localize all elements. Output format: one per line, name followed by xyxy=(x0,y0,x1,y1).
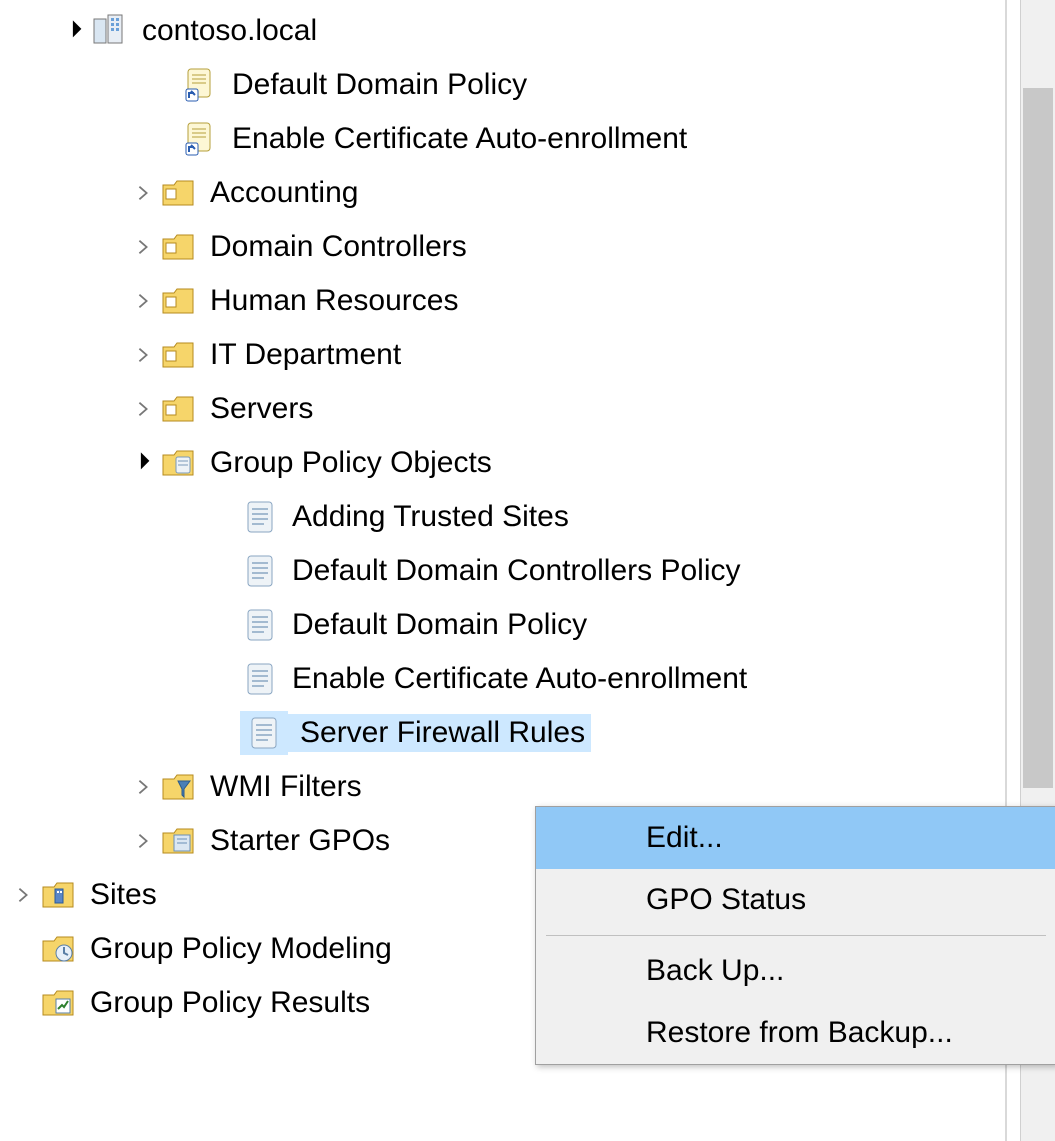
tree-node-ou[interactable]: IT Department xyxy=(0,328,1055,382)
chevron-right-icon[interactable] xyxy=(128,238,158,256)
menu-item-back-up[interactable]: Back Up... xyxy=(536,940,1055,1002)
chevron-right-icon[interactable] xyxy=(128,400,158,418)
menu-item-label: Back Up... xyxy=(646,954,784,987)
sites-icon xyxy=(38,875,78,915)
node-label: WMI Filters xyxy=(210,770,362,804)
tree-node-gpo[interactable]: Enable Certificate Auto-enrollment xyxy=(0,652,1055,706)
menu-item-label: Restore from Backup... xyxy=(646,1016,953,1049)
tree-node-domain[interactable]: contoso.local xyxy=(0,4,1055,58)
starter-gpo-icon xyxy=(158,821,198,861)
gpo-container-icon xyxy=(158,443,198,483)
gpo-icon xyxy=(240,497,280,537)
scroll-thumb[interactable] xyxy=(1023,88,1053,788)
ou-folder-icon xyxy=(158,173,198,213)
node-label: Domain Controllers xyxy=(210,230,467,264)
menu-item-edit[interactable]: Edit... xyxy=(536,807,1055,869)
menu-item-restore-from-backup[interactable]: Restore from Backup... xyxy=(536,1002,1055,1064)
tree-node-gpo-selected[interactable]: Server Firewall Rules xyxy=(0,706,1055,760)
tree-node-linked-gpo[interactable]: Default Domain Policy xyxy=(0,58,1055,112)
domain-icon xyxy=(90,11,130,51)
chevron-down-icon[interactable] xyxy=(128,445,158,481)
node-label: IT Department xyxy=(210,338,401,372)
chevron-down-icon[interactable] xyxy=(60,13,90,49)
tree-node-ou[interactable]: Accounting xyxy=(0,166,1055,220)
chevron-right-icon[interactable] xyxy=(128,184,158,202)
gpo-icon xyxy=(240,551,280,591)
tree-node-gpo-container[interactable]: Group Policy Objects xyxy=(0,436,1055,490)
wmi-filter-icon xyxy=(158,767,198,807)
chevron-right-icon[interactable] xyxy=(8,886,38,904)
node-label: Enable Certificate Auto-enrollment xyxy=(232,122,687,156)
gp-results-icon xyxy=(38,983,78,1023)
tree-node-ou[interactable]: Human Resources xyxy=(0,274,1055,328)
node-label: Human Resources xyxy=(210,284,458,318)
ou-folder-icon xyxy=(158,389,198,429)
chevron-right-icon[interactable] xyxy=(128,832,158,850)
node-label: Default Domain Policy xyxy=(292,608,587,642)
node-label: Group Policy Modeling xyxy=(90,932,392,966)
gpo-icon xyxy=(240,659,280,699)
chevron-right-icon[interactable] xyxy=(128,292,158,310)
menu-separator xyxy=(546,935,1046,936)
node-label: contoso.local xyxy=(142,14,317,48)
node-label: Sites xyxy=(90,878,157,912)
node-label: Default Domain Policy xyxy=(232,68,527,102)
menu-item-label: Edit... xyxy=(646,821,723,854)
menu-item-gpo-status[interactable]: GPO Status xyxy=(536,869,1055,931)
tree-node-ou[interactable]: Domain Controllers xyxy=(0,220,1055,274)
node-label: Starter GPOs xyxy=(210,824,390,858)
node-label: Server Firewall Rules xyxy=(288,714,591,752)
tree-node-ou[interactable]: Servers xyxy=(0,382,1055,436)
gpo-link-icon xyxy=(180,119,220,159)
gpo-link-icon xyxy=(180,65,220,105)
ou-folder-icon xyxy=(158,227,198,267)
node-label: Accounting xyxy=(210,176,358,210)
tree-node-linked-gpo[interactable]: Enable Certificate Auto-enrollment xyxy=(0,112,1055,166)
node-label: Enable Certificate Auto-enrollment xyxy=(292,662,747,696)
tree-node-gpo[interactable]: Default Domain Controllers Policy xyxy=(0,544,1055,598)
context-menu[interactable]: Edit... GPO Status Back Up... Restore fr… xyxy=(535,806,1055,1065)
ou-folder-icon xyxy=(158,281,198,321)
chevron-right-icon[interactable] xyxy=(128,346,158,364)
node-label: Group Policy Objects xyxy=(210,446,492,480)
gpo-icon xyxy=(240,605,280,645)
tree-node-gpo[interactable]: Adding Trusted Sites xyxy=(0,490,1055,544)
gpo-icon xyxy=(240,711,288,755)
menu-item-label: GPO Status xyxy=(646,883,806,916)
ou-folder-icon xyxy=(158,335,198,375)
node-label: Group Policy Results xyxy=(90,986,370,1020)
node-label: Servers xyxy=(210,392,313,426)
tree-node-gpo[interactable]: Default Domain Policy xyxy=(0,598,1055,652)
gp-modeling-icon xyxy=(38,929,78,969)
node-label: Default Domain Controllers Policy xyxy=(292,554,741,588)
chevron-right-icon[interactable] xyxy=(128,778,158,796)
node-label: Adding Trusted Sites xyxy=(292,500,569,534)
